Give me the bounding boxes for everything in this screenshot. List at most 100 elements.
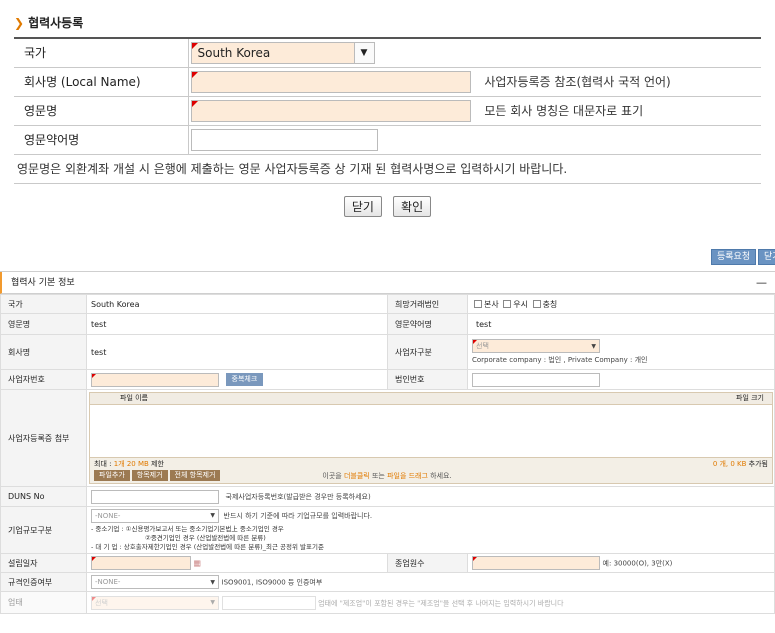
row-establishment: 설립일자 ▦ 종업원수 예: 30000(O), 3만(X) [0,553,775,573]
form-row-english-abbr: 영문약어명 [14,125,761,155]
industry-text-input[interactable] [221,595,316,610]
industry-hint: 업태에 "제조업"이 포함된 경우는 "제조업"을 선택 후 나머지는 입력하시… [318,599,564,607]
biz-type-label: 사업자구분 [387,334,468,370]
row-duns: DUNS No 국제사업자등록번호(발급받은 경우만 등록하세요) [0,486,775,507]
close-button[interactable]: 닫기 [343,196,382,217]
scale-notes: - 중소기업 : ①신용평가보고서 또는 중소기업기본법上 중소기업인 경우 ②… [91,525,770,552]
duns-label: DUNS No [0,486,87,507]
attach-label: 사업자등록증 첨부 [0,389,87,487]
est-label: 설립일자 [0,553,87,573]
biz-type-note: Corporate company : 법인 , Private Company… [472,356,648,364]
panel-title: 협력사 기본 정보 [11,278,75,288]
form-title: ❯ 협력사등록 [14,14,83,31]
row-country: 국가 South Korea 희망거래법인 본사 우시 충칭 [0,294,775,314]
register-request-button[interactable]: 등록요청 [711,249,757,265]
country-label: 국가 [0,294,87,314]
biz-type-select[interactable]: 선택 ▼ [472,339,600,353]
duns-hint: 국제사업자등록번호(발급받은 경우만 등록하세요) [225,493,371,501]
industry-label: 업태 [0,591,87,614]
file-footer: 최대 : 1개 20 MB 제한 0 개, 0 KB 추가됨 파일추가 항목제거… [90,457,772,483]
file-limit: 1개 20 MB [113,460,149,468]
row-attachment: 사업자등록증 첨부 파일 이름 파일 크기 최대 : 1개 20 MB 제한 0… [0,389,775,487]
scale-hint: 반드시 하기 기준에 따라 기업규모를 입력바랍니다. [223,512,373,520]
form-row-english-name: 영문명 모든 회사 명칭은 대문자로 표기 [14,96,761,126]
checkbox-hq[interactable] [474,300,482,308]
local-name-hint: 사업자등록증 참조(협력사 국적 언어) [484,75,671,89]
chevron-right-icon: ❯ [14,15,25,30]
dup-check-button[interactable]: 중복체크 [225,373,264,386]
english-abbr-input[interactable] [190,128,378,151]
panel-header: 협력사 기본 정보 — [0,272,775,294]
checkbox-wuxi[interactable] [503,300,512,308]
scale-note-3: - 대 기 업 : 상호출자제한기업인 경우 (산업발전법에 따른 분류)_최근… [91,542,324,551]
country-label: 국가 [14,38,189,68]
calendar-icon[interactable]: ▦ [194,559,202,568]
remove-item-button[interactable]: 항목제거 [131,470,168,481]
eng-abbr-label: 영문약어명 [387,313,468,335]
local-name-label: 회사명 (Local Name) [14,67,189,97]
industry-placeholder: 선택 [95,598,108,607]
add-file-button[interactable]: 파일추가 [94,470,130,481]
corp-no-label: 법인번호 [387,369,468,390]
emp-label: 종업원수 [387,553,468,573]
corp-no-input[interactable] [472,372,600,387]
country-select-value: South Korea [197,45,271,60]
eng-abbr-value: test [467,313,775,335]
row-industry: 업태 선택 ▼ 업태에 "제조업"이 포함된 경우는 "제조업"을 선택 후 나… [0,591,775,614]
row-certification: 규격인증여부 -NONE- ▼ ISO9001, ISO9000 등 인증여부 [0,572,775,592]
checkbox-chongqing[interactable] [532,300,541,308]
english-name-hint: 모든 회사 명칭은 대문자로 표기 [484,104,644,118]
entity-hq-label: 본사 [484,299,499,309]
emp-hint: 예: 30000(O), 3만(X) [602,559,673,568]
form-note: 영문명은 외환계좌 개설 시 은행에 제출하는 영문 사업자등록증 상 기재 된… [14,154,761,184]
chevron-down-icon: ▼ [210,512,215,519]
company-registration-form: 국가 South Korea ▼ 회사명 (Local Name) 사업자등록증… [14,37,761,184]
chevron-down-icon: ▼ [210,578,215,586]
scale-placeholder: -NONE- [95,511,121,520]
company-label: 회사명 [0,334,87,370]
remove-all-button[interactable]: 전체 항목제거 [169,470,221,481]
close-panel-button[interactable]: 닫기 [758,249,775,265]
row-company-scale: 기업규모구분 -NONE- ▼ 반드시 하기 기준에 따라 기업규모를 입력바랍… [0,506,775,554]
form-title-text: 협력사등록 [28,16,84,30]
file-upload-area[interactable]: 파일 이름 파일 크기 최대 : 1개 20 MB 제한 0 개, 0 KB 추… [89,392,773,484]
supplier-info-table: 국가 South Korea 희망거래법인 본사 우시 충칭 영문명 test … [0,294,775,614]
biz-type-placeholder: 선택 [476,342,489,350]
entity-wuxi-label: 우시 [513,299,529,309]
desired-entity-options: 본사 우시 충칭 [467,294,775,314]
eng-name-value: test [86,313,388,335]
duns-input[interactable] [91,489,219,504]
confirm-button[interactable]: 확인 [393,196,432,217]
row-english-name: 영문명 test 영문약어명 test [0,313,775,335]
scale-label: 기업규모구분 [0,506,87,554]
supplier-info-panel: 협력사 기본 정보 — 국가 South Korea 희망거래법인 본사 우시 … [0,271,775,633]
local-name-input[interactable] [190,70,471,93]
drop-hint: 이곳을 더블클릭 또는 파일을 드래그 하세요. [322,471,452,480]
scale-select[interactable]: -NONE- ▼ [91,508,219,523]
row-biz-no: 사업자번호 중복체크 법인번호 [0,369,775,390]
country-select[interactable]: South Korea ▼ [190,41,375,64]
english-name-label: 영문명 [14,96,189,126]
chevron-down-icon[interactable]: ▼ [353,42,374,63]
cert-select[interactable]: -NONE- ▼ [91,575,219,589]
cert-hint: ISO9001, ISO9000 등 인증여부 [221,578,323,587]
form-row-local-name: 회사명 (Local Name) 사업자등록증 참조(협력사 국적 언어) [14,67,761,97]
english-abbr-label: 영문약어명 [14,125,189,155]
english-name-input[interactable] [190,99,471,122]
biz-no-input[interactable] [91,372,219,387]
country-value: South Korea [86,294,388,314]
cert-label: 규격인증여부 [0,572,87,592]
chevron-down-icon: ▼ [591,342,596,350]
file-col-name: 파일 이름 [120,394,148,402]
entity-chongqing-label: 충칭 [542,299,558,309]
industry-select[interactable]: 선택 ▼ [91,595,219,610]
file-count: 0 개, 0 KB [712,460,747,468]
emp-input[interactable] [472,556,600,570]
scale-note-2: ②중견기업인 경우 (산업발전법에 따른 분류) [145,533,266,542]
eng-name-label: 영문명 [0,313,87,335]
company-value: test [86,334,388,370]
est-date-input[interactable] [91,556,191,570]
minimize-icon[interactable]: — [756,272,767,294]
desired-entity-label: 희망거래법인 [387,294,468,314]
row-company: 회사명 test 사업자구분 선택 ▼ Corporate company : … [0,334,775,370]
